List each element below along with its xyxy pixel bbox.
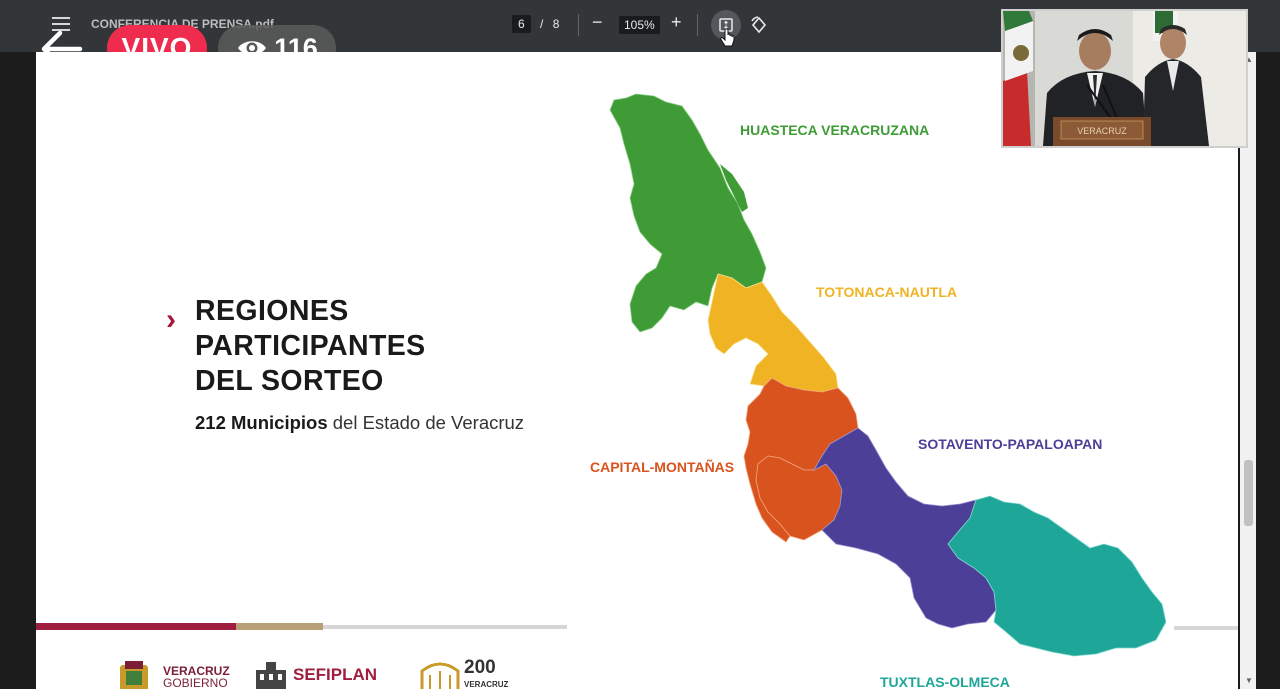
toolbar-divider [578, 14, 579, 36]
region-label-huasteca: HUASTECA VERACRUZANA [740, 122, 930, 138]
subtitle-bold: 212 Municipios [195, 412, 328, 433]
bicentenario-arch-icon [420, 662, 460, 689]
region-label-sotavento: SOTAVENTO-PAPALOAPAN [918, 436, 1103, 452]
veracruz-regions-map [609, 93, 1166, 657]
zoom-in-button[interactable]: + [671, 12, 682, 33]
scroll-down-arrow-icon[interactable]: ▼ [1245, 676, 1253, 685]
total-pages: 8 [552, 17, 560, 31]
sefiplan-building-icon [256, 662, 286, 689]
toolbar-divider [697, 14, 698, 36]
slide-subtitle: 212 Municipios del Estado de Veracruz [195, 409, 525, 437]
bicentenario-number: 200 [464, 657, 496, 678]
press-conference-video: VERACRUZ [1003, 11, 1246, 146]
zoom-level[interactable]: 105% [619, 16, 660, 34]
sefiplan-logo-text: SEFIPLAN [293, 665, 378, 684]
accent-bar-gold [236, 623, 323, 630]
slide-title-line-2: PARTICIPANTES [195, 330, 426, 362]
region-label-tuxtlas: TUXTLAS-OLMECA [880, 674, 1010, 689]
region-label-capital: CAPITAL-MONTAÑAS [590, 459, 735, 475]
podium-text: VERACRUZ [1077, 126, 1127, 136]
chevron-right-icon: › [166, 303, 176, 336]
region-label-totonaca: TOTONACA-NAUTLA [816, 284, 958, 300]
rotate-icon[interactable] [749, 15, 769, 35]
speaker-camera-inset: VERACRUZ [1001, 9, 1248, 148]
accent-bar-grey-right [1174, 626, 1238, 630]
scrollbar-thumb[interactable] [1244, 460, 1253, 526]
accent-bar-red [36, 623, 236, 630]
veracruz-logo-line-2: GOBIERNO [163, 676, 228, 689]
slide-title-line-3: DEL SORTEO [195, 365, 384, 397]
veracruz-gobierno-logo-text: VERACRUZ GOBIERNO [163, 665, 230, 689]
slide-title-line-1: REGIONES [195, 295, 349, 327]
hand-cursor-icon [720, 28, 735, 47]
zoom-out-button[interactable]: − [592, 12, 603, 33]
page-indicator: 6 / 8 [512, 15, 559, 33]
bicentenario-logo-text: 200 VERACRUZ [464, 657, 509, 689]
subtitle-rest: del Estado de Veracruz [327, 412, 525, 433]
bicentenario-sub: VERACRUZ [464, 680, 509, 689]
current-page-input[interactable]: 6 [512, 15, 531, 33]
page-separator: / [540, 17, 544, 31]
accent-bar-grey [323, 625, 567, 629]
